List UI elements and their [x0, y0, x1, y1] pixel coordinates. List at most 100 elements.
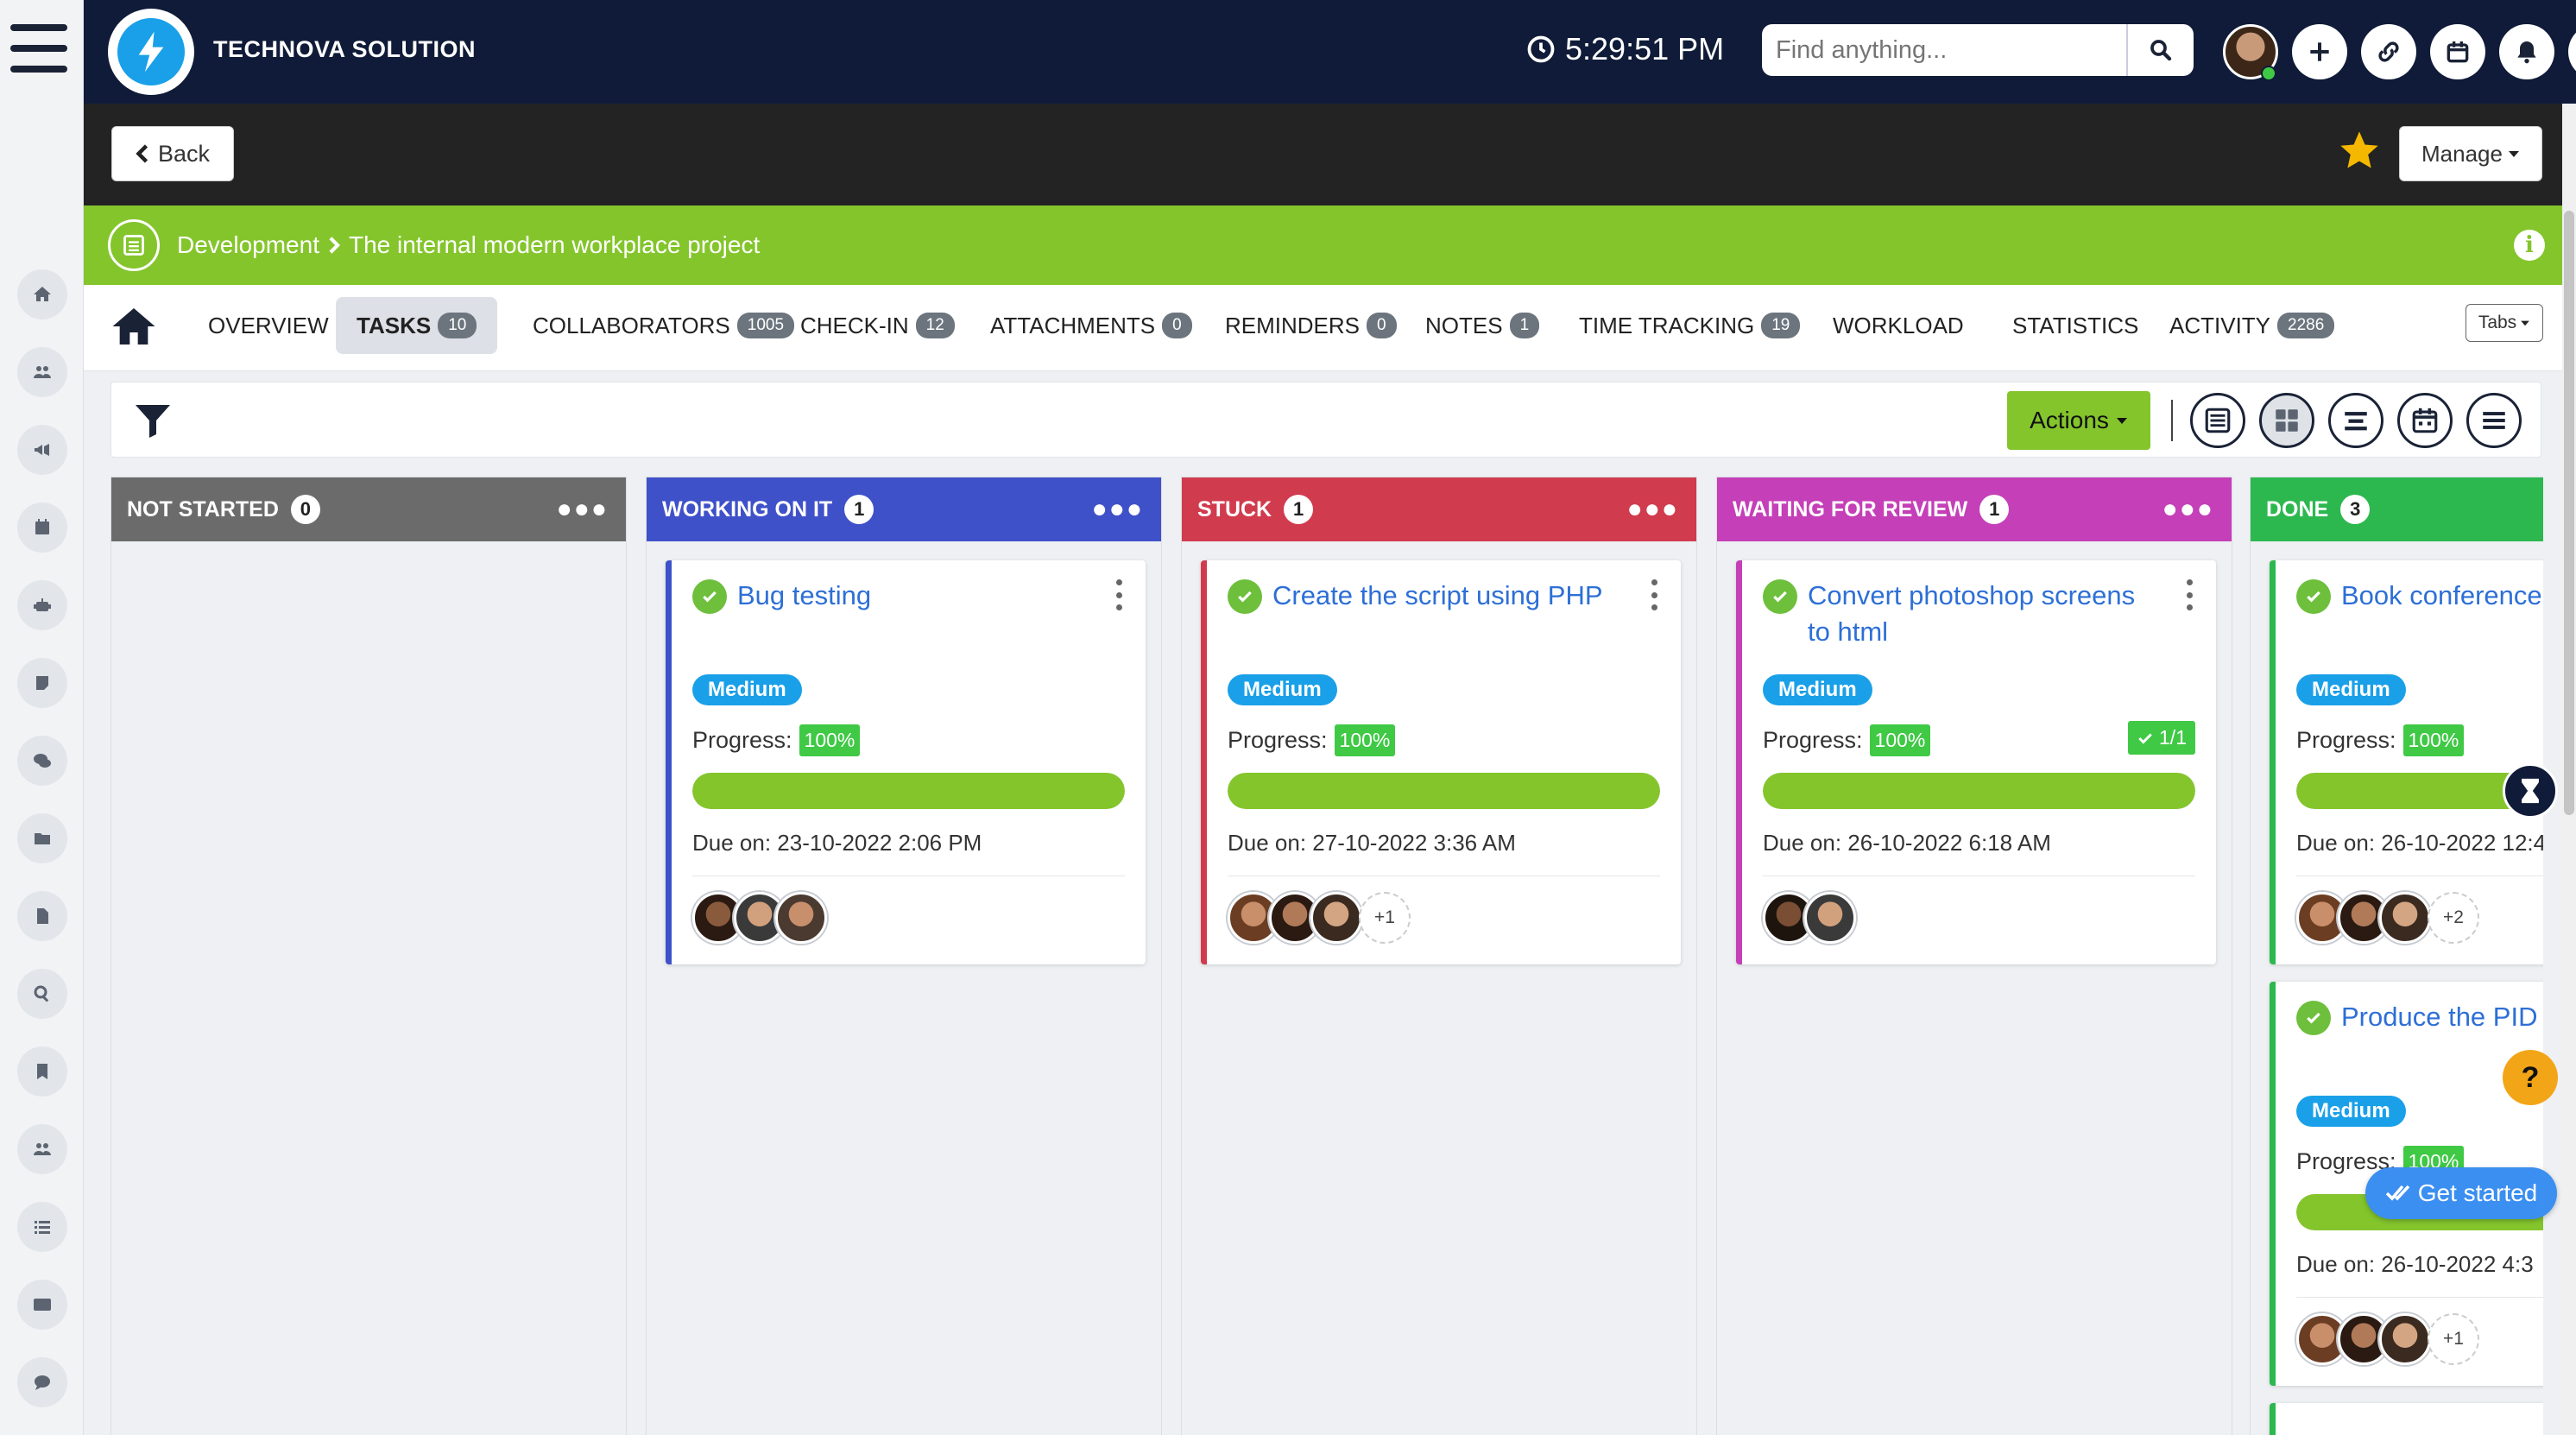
task-title-link[interactable]: Create the script using PHP	[1228, 578, 1660, 664]
calendar-view-icon[interactable]	[2397, 393, 2453, 448]
more-assignees-count[interactable]: +1	[1359, 892, 1411, 944]
search-button[interactable]	[2126, 24, 2194, 76]
column-header: STUCK 1 ●●●	[1182, 477, 1696, 541]
breadcrumb-parent[interactable]: Development	[177, 231, 319, 259]
tab-notes[interactable]: NOTES 1	[1405, 297, 1560, 354]
get-started-label: Get started	[2417, 1179, 2538, 1206]
rail-robot-icon[interactable]	[17, 580, 67, 630]
kanban-view-icon[interactable]	[2259, 393, 2314, 448]
progress-bar	[1763, 773, 2195, 809]
manage-dropdown-button[interactable]: Manage	[2399, 126, 2542, 181]
rail-note-icon[interactable]	[17, 658, 67, 708]
progress-row: Progress: 100%	[1228, 721, 1660, 759]
column-not-started: NOT STARTED 0 ●●●	[110, 477, 627, 1435]
task-title-link[interactable]: Convert photoshop screens to html	[1763, 578, 2195, 664]
rail-comment-icon[interactable]	[17, 1357, 67, 1407]
more-assignees-count[interactable]: +1	[2428, 1313, 2479, 1365]
gantt-view-icon[interactable]	[2328, 393, 2383, 448]
tab-statistics[interactable]: STATISTICS	[1992, 297, 2159, 354]
help-button[interactable]: ?	[2503, 1050, 2558, 1105]
column-menu-icon[interactable]: ●●●	[557, 496, 609, 522]
task-title-link[interactable]: Book conference	[2296, 578, 2543, 664]
task-title: Convert photoshop screens to html	[1808, 580, 2136, 647]
rail-calendar-icon[interactable]	[17, 503, 67, 553]
list-view-icon[interactable]	[2190, 393, 2245, 448]
tab-time-tracking[interactable]: TIME TRACKING 19	[1558, 297, 1821, 354]
rail-chat-icon[interactable]	[17, 736, 67, 786]
progress-percent: 100%	[1334, 724, 1396, 756]
rail-megaphone-icon[interactable]	[17, 425, 67, 475]
lightning-icon	[117, 18, 185, 85]
assignee-avatar[interactable]	[1804, 892, 1856, 944]
tab-badge: 10	[438, 313, 477, 338]
search-input[interactable]	[1762, 24, 2126, 76]
lightbulb-icon[interactable]	[2568, 24, 2576, 79]
due-date: Due on: 27-10-2022 3:36 AM	[1228, 830, 1660, 876]
assignee-avatar[interactable]	[2379, 892, 2431, 944]
tab-reminders[interactable]: REMINDERS 0	[1204, 297, 1417, 354]
tab-label: STATISTICS	[2012, 312, 2139, 338]
task-card[interactable]: Bug testing Medium Progress: 100% Due on…	[666, 560, 1146, 964]
tab-label: TASKS	[357, 312, 432, 338]
task-card[interactable]: Create the script using PHP Medium Progr…	[1201, 560, 1681, 964]
more-assignees-count[interactable]: +2	[2428, 892, 2479, 944]
assignee-list	[1763, 892, 2195, 944]
calendar-icon[interactable]	[2430, 24, 2485, 79]
column-menu-icon[interactable]: ●●●	[1092, 496, 1144, 522]
hamburger-menu-icon[interactable]	[10, 24, 67, 73]
project-tabs: OVERVIEW TASKS 10 COLLABORATORS 1005 CHECK…	[84, 285, 2576, 371]
tabs-dropdown-button[interactable]: Tabs	[2466, 304, 2543, 342]
rail-bookmark-icon[interactable]	[17, 1046, 67, 1097]
rail-document-icon[interactable]	[17, 891, 67, 941]
tab-workload[interactable]: WORKLOAD	[1812, 297, 1985, 354]
card-menu-icon[interactable]	[1648, 579, 1660, 610]
tab-check-in[interactable]: CHECK-IN 12	[780, 297, 975, 354]
tab-collaborators[interactable]: COLLABORATORS 1005	[512, 297, 815, 354]
add-icon[interactable]	[2292, 24, 2347, 79]
rail-id-card-icon[interactable]	[17, 1280, 67, 1330]
task-title-link[interactable]: Bug testing	[692, 578, 1125, 664]
rail-list-icon[interactable]	[17, 1202, 67, 1252]
tab-attachments[interactable]: ATTACHMENTS 0	[969, 297, 1213, 354]
rail-folder-icon[interactable]	[17, 813, 67, 863]
assignee-avatar[interactable]	[2379, 1313, 2431, 1365]
column-menu-icon[interactable]: ●●●	[1627, 496, 1679, 522]
hourglass-icon[interactable]	[2503, 763, 2558, 819]
card-menu-icon[interactable]	[1113, 579, 1125, 610]
rail-team-icon[interactable]	[17, 347, 67, 397]
tab-overview[interactable]: OVERVIEW	[187, 297, 350, 354]
card-menu-icon[interactable]	[2183, 579, 2195, 610]
chevron-left-icon	[136, 144, 148, 163]
actions-dropdown-button[interactable]: Actions	[2007, 391, 2150, 450]
bell-icon[interactable]	[2499, 24, 2554, 79]
column-count: 1	[1284, 495, 1314, 524]
rail-home-icon[interactable]	[17, 269, 67, 319]
task-card-partial[interactable]	[2270, 1403, 2543, 1435]
back-button[interactable]: Back	[111, 126, 234, 181]
link-icon[interactable]	[2361, 24, 2416, 79]
menu-view-icon[interactable]	[2466, 393, 2522, 448]
page-scrollbar[interactable]	[2562, 104, 2576, 1435]
tab-activity[interactable]: ACTIVITY 2286	[2149, 297, 2355, 354]
filter-icon[interactable]	[132, 400, 174, 441]
rail-users-icon[interactable]	[17, 1124, 67, 1174]
home-tab-icon[interactable]	[110, 302, 158, 351]
column-header: WORKING ON IT 1 ●●●	[647, 477, 1161, 541]
progress-label: Progress:	[1763, 726, 1863, 753]
task-card[interactable]: Book conference Medium Progress: 100% Du…	[2270, 560, 2543, 964]
column-title: WAITING FOR REVIEW	[1733, 496, 1968, 522]
info-icon[interactable]: i	[2514, 230, 2545, 261]
tab-badge: 2286	[2277, 313, 2335, 338]
company-logo[interactable]	[108, 9, 194, 95]
task-card[interactable]: Convert photoshop screens to html Medium…	[1736, 560, 2216, 964]
assignee-avatar[interactable]	[1310, 892, 1362, 944]
assignee-avatar[interactable]	[775, 892, 827, 944]
get-started-button[interactable]: Get started	[2365, 1167, 2557, 1219]
column-menu-icon[interactable]: ●●●	[2162, 496, 2214, 522]
rail-search-icon[interactable]	[17, 969, 67, 1019]
tab-tasks[interactable]: TASKS 10	[336, 297, 498, 354]
scrollbar-thumb[interactable]	[2564, 211, 2574, 815]
progress-bar	[1228, 773, 1660, 809]
tab-label: COLLABORATORS	[533, 312, 730, 338]
favorite-star-icon[interactable]	[2337, 128, 2382, 173]
